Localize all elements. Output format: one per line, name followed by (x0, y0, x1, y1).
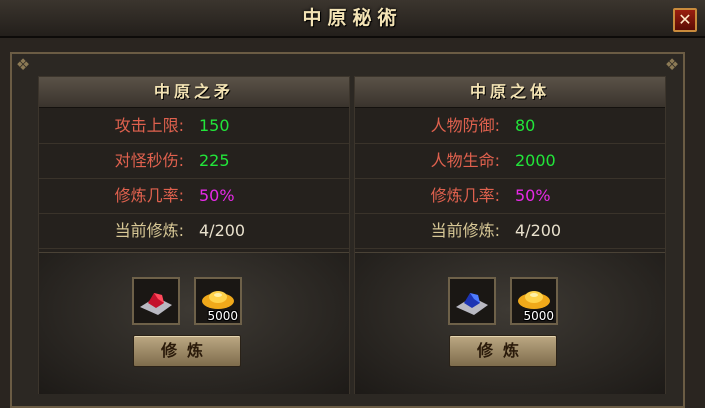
stat-label: 人物生命: (430, 151, 500, 170)
stat-value: 4/200 (515, 221, 562, 240)
cultivate-button[interactable]: 修炼 (133, 335, 241, 367)
blue-gem-icon (456, 293, 488, 315)
stat-row: 修炼几率: 50% (355, 179, 665, 214)
red-gem-icon (140, 293, 172, 315)
stat-value: 2000 (515, 151, 556, 170)
panel-body: 中原之体 人物防御: 80 人物生命: 2000 修炼几率: 50% 当前修炼:… (354, 76, 666, 394)
stat-label: 修炼几率: (430, 186, 500, 205)
stat-label: 当前修炼: (430, 221, 500, 240)
stat-label: 修炼几率: (114, 186, 184, 205)
stat-value: 150 (199, 116, 230, 135)
stat-value: 50% (199, 186, 235, 205)
stat-row: 人物防御: 80 (355, 109, 665, 144)
frame-corner-ornament-icon: ❖ (15, 55, 31, 74)
panel-title: 中原之体 (469, 82, 550, 101)
material-slot[interactable] (448, 277, 496, 325)
stat-row: 当前修炼: 4/200 (39, 214, 349, 249)
zhongyuan-secret-window: 中原秘術 ✕ ❖ ❖ 中原之矛 攻击上限: 150 对怪秒伤: 225 修炼几率… (0, 0, 705, 408)
panel-title: 中原之矛 (153, 82, 234, 101)
stat-value: 80 (515, 116, 536, 135)
stat-row: 修炼几率: 50% (39, 179, 349, 214)
frame-corner-ornament-icon: ❖ (664, 55, 680, 74)
stat-value: 225 (199, 151, 230, 170)
stat-label: 当前修炼: (114, 221, 184, 240)
cultivate-button[interactable]: 修炼 (449, 335, 557, 367)
stat-label: 人物防御: (430, 116, 500, 135)
window-title: 中原秘術 (302, 7, 403, 29)
gold-slot[interactable]: 5000 (194, 277, 242, 325)
stat-row: 当前修炼: 4/200 (355, 214, 665, 249)
stat-label: 攻击上限: (114, 116, 184, 135)
gold-slot[interactable]: 5000 (510, 277, 558, 325)
stat-row: 攻击上限: 150 (39, 109, 349, 144)
close-button[interactable]: ✕ (673, 8, 697, 32)
stat-value: 4/200 (199, 221, 246, 240)
stat-row: 人物生命: 2000 (355, 144, 665, 179)
gold-count: 5000 (207, 309, 238, 323)
stat-row: 对怪秒伤: 225 (39, 144, 349, 179)
panel-spear: 中原之矛 攻击上限: 150 对怪秒伤: 225 修炼几率: 50% 当前修炼:… (38, 76, 350, 394)
material-slot[interactable] (132, 277, 180, 325)
stat-value: 50% (515, 186, 551, 205)
gold-count: 5000 (523, 309, 554, 323)
stat-label: 对怪秒伤: (114, 151, 184, 170)
